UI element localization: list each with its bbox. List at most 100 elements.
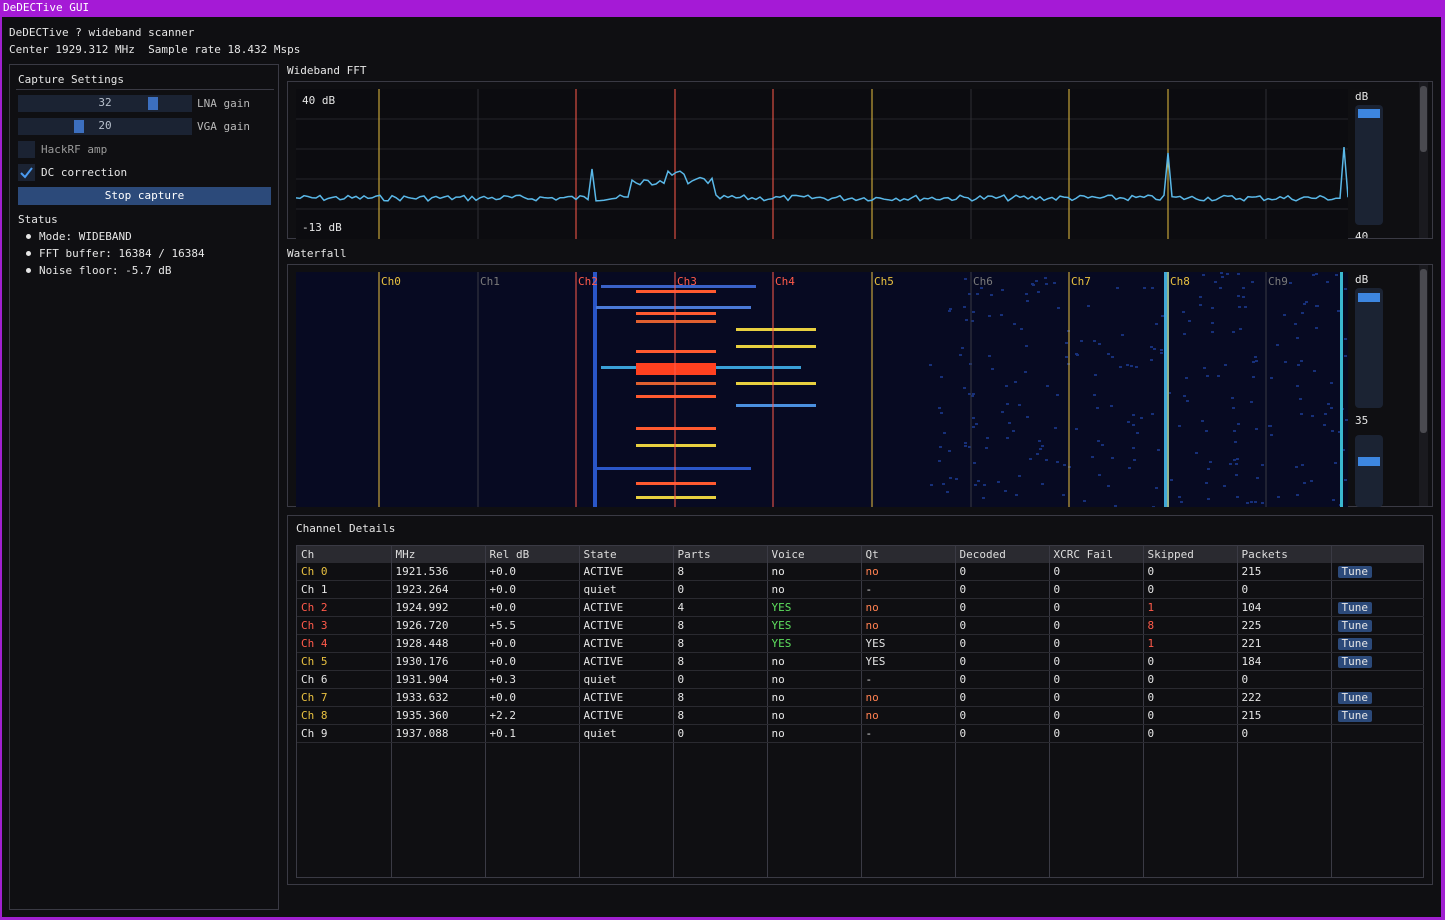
waterfall-noise-pixel xyxy=(1239,328,1242,330)
tune-button[interactable]: Tune xyxy=(1337,656,1372,668)
waterfall-noise-pixel xyxy=(988,315,991,317)
waterfall-noise-pixel xyxy=(961,347,964,349)
waterfall-scrollbar[interactable] xyxy=(1419,265,1428,506)
waterfall-noise-pixel xyxy=(1214,281,1217,283)
cell-skipped: 0 xyxy=(1143,724,1238,743)
table-row[interactable]: Ch 7 1933.632 +0.0 ACTIVE 8 no no 0 0 0 222 Tune xyxy=(297,688,1424,707)
waterfall-noise-pixel xyxy=(955,478,958,480)
waterfall-scrollbar-thumb[interactable] xyxy=(1420,269,1427,433)
cell-rel: +0.0 xyxy=(485,634,580,653)
cell-parts: 8 xyxy=(673,563,768,581)
cell-parts: 8 xyxy=(673,616,768,635)
waterfall-noise-pixel xyxy=(972,426,975,428)
cell-packets: 222 xyxy=(1237,688,1332,707)
column-header[interactable]: Voice xyxy=(767,546,862,563)
waterfall-noise-pixel xyxy=(1091,456,1094,458)
table-row[interactable]: Ch 0 1921.536 +0.0 ACTIVE 8 no no 0 0 0 215 Tune xyxy=(297,563,1424,581)
cell-voice: YES xyxy=(767,634,862,653)
fft-background xyxy=(296,89,1348,239)
column-header[interactable]: Parts xyxy=(673,546,768,563)
waterfall-noise-pixel xyxy=(1039,448,1042,450)
column-header[interactable]: Packets xyxy=(1237,546,1332,563)
window-title: DeDECTive GUI xyxy=(3,1,90,14)
table-row[interactable]: Ch 8 1935.360 +2.2 ACTIVE 8 no no 0 0 0 215 Tune xyxy=(297,706,1424,725)
fft-scrollbar-thumb[interactable] xyxy=(1420,86,1427,152)
waterfall-channel-label: Ch6 xyxy=(973,275,993,288)
column-header[interactable]: Skipped xyxy=(1143,546,1238,563)
table-row[interactable]: Ch 6 1931.904 +0.3 quiet 0 no -0 0 0 0 xyxy=(297,670,1424,689)
cell-voice: no xyxy=(767,688,862,707)
table-row[interactable]: Ch 5 1930.176 +0.0 ACTIVE 8 no YES 0 0 0 184 Tune xyxy=(297,652,1424,671)
waterfall-plot xyxy=(296,272,1348,507)
waterfall-noise-pixel xyxy=(940,376,943,378)
waterfall-noise-pixel xyxy=(1188,320,1191,322)
waterfall-noise-pixel xyxy=(1178,496,1181,498)
table-row[interactable]: Ch 1 1923.264 +0.0 quiet 0 no -0 0 0 0 xyxy=(297,580,1424,599)
waterfall-noise-pixel xyxy=(1006,403,1009,405)
vga-gain-grab[interactable] xyxy=(74,120,84,133)
fft-range-slider[interactable] xyxy=(1355,105,1383,225)
waterfall-noise-pixel xyxy=(1031,283,1034,285)
waterfall-noise-pixel xyxy=(949,308,952,310)
waterfall-noise-pixel xyxy=(1107,485,1110,487)
waterfall-noise-pixel xyxy=(1150,359,1153,361)
waterfall-noise-pixel xyxy=(1151,287,1154,289)
fft-scrollbar[interactable] xyxy=(1419,82,1428,238)
waterfall-max-slider[interactable] xyxy=(1355,288,1383,408)
lna-gain-slider[interactable]: 32 xyxy=(18,95,192,112)
table-header-row: Ch MHz Rel dB State Parts Voice Qt Decoded XCRC … xyxy=(297,546,1424,563)
column-header[interactable]: Decoded xyxy=(955,546,1050,563)
vga-gain-slider[interactable]: 20 xyxy=(18,118,192,135)
waterfall-noise-pixel xyxy=(973,462,976,464)
tune-button[interactable]: Tune xyxy=(1337,620,1372,632)
column-header[interactable]: Ch xyxy=(297,546,392,563)
waterfall-noise-pixel xyxy=(975,423,978,425)
waterfall-noise-pixel xyxy=(964,442,967,444)
waterfall-max-grab[interactable] xyxy=(1358,293,1380,302)
waterfall-burst xyxy=(636,290,716,293)
tune-button[interactable]: Tune xyxy=(1337,638,1372,650)
waterfall-noise-pixel xyxy=(1344,355,1347,357)
stop-capture-button[interactable]: Stop capture xyxy=(18,187,271,205)
table-row[interactable]: Ch 9 1937.088 +0.1 quiet 0 no -0 0 0 0 xyxy=(297,724,1424,743)
waterfall-noise-pixel xyxy=(1324,413,1327,415)
status-fft-buffer: FFT buffer: 16384 / 16384 xyxy=(39,247,205,260)
cell-decoded: 0 xyxy=(955,724,1050,743)
waterfall-min-grab[interactable] xyxy=(1358,457,1380,466)
column-header[interactable] xyxy=(1331,546,1424,563)
waterfall-noise-pixel xyxy=(1261,464,1264,466)
hackrf-amp-checkbox[interactable] xyxy=(18,141,35,158)
column-header[interactable]: XCRC Fail xyxy=(1049,546,1144,563)
table-row[interactable]: Ch 2 1924.992 +0.0 ACTIVE 4 YES no 0 0 1 104 Tune xyxy=(297,598,1424,617)
table-row[interactable]: Ch 3 1926.720 +5.5 ACTIVE 8 YES no 0 0 8 225 Tune xyxy=(297,616,1424,635)
cell-qt: YES xyxy=(861,652,956,671)
waterfall-noise-pixel xyxy=(1313,370,1316,372)
column-header[interactable]: MHz xyxy=(391,546,486,563)
cell-packets: 0 xyxy=(1237,724,1332,743)
waterfall-noise-pixel xyxy=(986,437,989,439)
column-header[interactable]: Qt xyxy=(861,546,956,563)
tune-button[interactable]: Tune xyxy=(1337,566,1372,578)
waterfall-noise-pixel xyxy=(1093,394,1096,396)
waterfall-min-slider[interactable] xyxy=(1355,435,1383,507)
column-header[interactable]: Rel dB xyxy=(485,546,580,563)
column-header[interactable]: State xyxy=(579,546,674,563)
waterfall-noise-pixel xyxy=(1289,282,1292,284)
waterfall-noise-pixel xyxy=(1128,467,1131,469)
waterfall-noise-pixel xyxy=(1315,305,1318,307)
cell-skipped: 0 xyxy=(1143,706,1238,725)
waterfall-noise-pixel xyxy=(1330,407,1333,409)
fft-range-grab[interactable] xyxy=(1358,109,1380,118)
cell-qt: - xyxy=(861,670,956,689)
tune-button[interactable]: Tune xyxy=(1337,602,1372,614)
waterfall-noise-pixel xyxy=(1020,328,1023,330)
waterfall-noise-pixel xyxy=(940,412,943,414)
dc-correction-checkbox[interactable] xyxy=(18,164,35,181)
waterfall-noise-pixel xyxy=(1044,277,1047,279)
lna-gain-grab[interactable] xyxy=(148,97,158,110)
tune-button[interactable]: Tune xyxy=(1337,710,1372,722)
table-row[interactable]: Ch 4 1928.448 +0.0 ACTIVE 8 YES YES 0 0 1 221 Tune xyxy=(297,634,1424,653)
tune-button[interactable]: Tune xyxy=(1337,692,1372,704)
waterfall-noise-pixel xyxy=(1244,306,1247,308)
waterfall-noise-pixel xyxy=(1301,464,1304,466)
